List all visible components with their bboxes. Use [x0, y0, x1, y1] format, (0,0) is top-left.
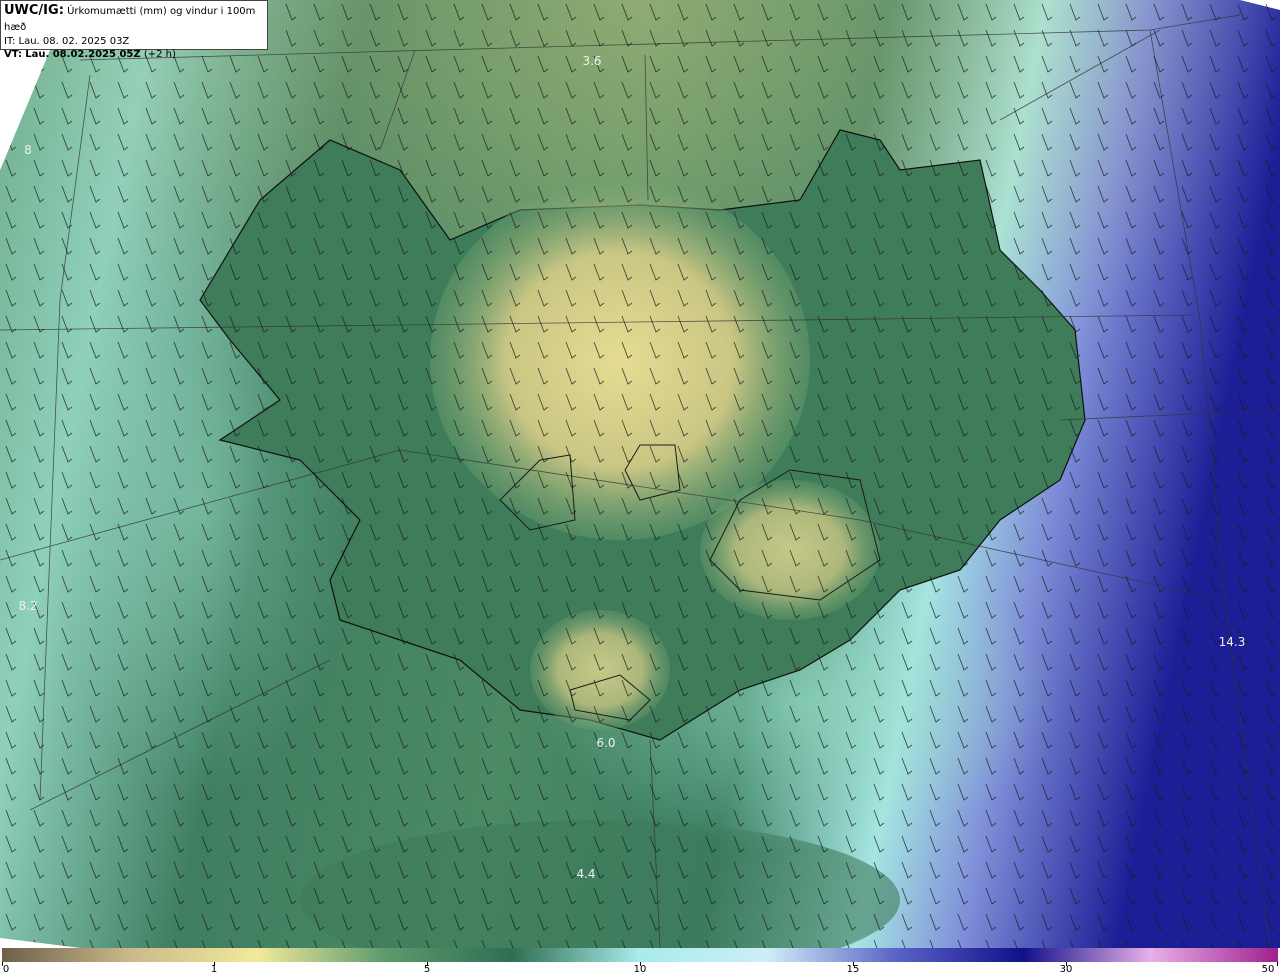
vt-label: VT:	[4, 49, 23, 60]
map-title-box: UWC/IG: Úrkomumætti (mm) og vindur i 100…	[0, 0, 268, 60]
colorbar-label: 10	[633, 964, 647, 975]
colorbar-strip	[2, 948, 1278, 962]
it-label: IT:	[4, 36, 16, 47]
colorbar-label: 1	[210, 964, 218, 975]
precipitable-water-map: 3.6 8 8.2 6.0 4.4 14.3	[0, 0, 1280, 948]
colorbar: 0 1 5 10 15 30 50	[0, 948, 1280, 978]
map-value-label: 8.2	[18, 599, 37, 613]
it-value: Lau. 08. 02. 2025 03Z	[18, 36, 130, 47]
init-time-line: IT: Lau. 08. 02. 2025 03Z	[4, 36, 264, 48]
colorbar-label: 5	[423, 964, 431, 975]
vt-offset: (+2 h)	[143, 49, 176, 60]
valid-time-line: VT: Lau. 08.02.2025 05Z (+2 h)	[4, 48, 264, 62]
map-value-label: 3.6	[582, 54, 601, 68]
map-value-label: 8	[24, 143, 32, 157]
colorbar-label: 0	[2, 964, 10, 975]
model-label: UWC/IG:	[4, 3, 64, 18]
colorbar-label: 15	[846, 964, 860, 975]
title-line: UWC/IG: Úrkomumætti (mm) og vindur i 100…	[4, 3, 264, 36]
colorbar-tick	[1277, 962, 1278, 966]
map-value-label: 14.3	[1219, 635, 1246, 649]
colorbar-label: 30	[1059, 964, 1073, 975]
map-value-label: 6.0	[596, 736, 615, 750]
colorbar-label: 50	[1261, 964, 1275, 975]
vt-value: Lau. 08.02.2025 05Z	[25, 49, 141, 60]
map-value-label: 4.4	[576, 867, 595, 881]
